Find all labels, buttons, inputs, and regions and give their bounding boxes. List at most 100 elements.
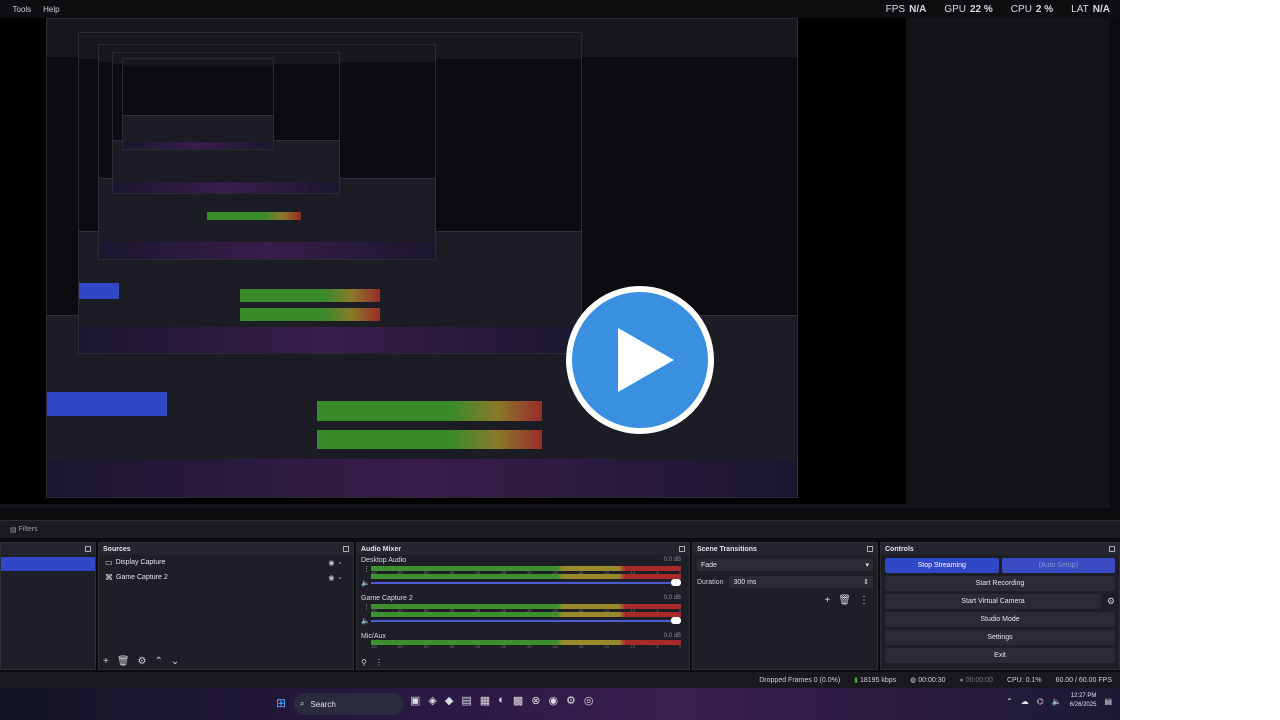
settings-button[interactable]: Settings	[885, 630, 1115, 645]
stat-fps-label: FPS	[885, 3, 906, 15]
controls-panel: Controls Stop Streaming (Auto Setup) Sta…	[880, 542, 1120, 670]
menu-dots-icon[interactable]: ⋮	[363, 603, 370, 611]
add-icon[interactable]: +	[824, 595, 830, 606]
chevron-down-icon[interactable]: ⌄	[171, 656, 179, 667]
store-icon[interactable]: ▩	[513, 694, 523, 707]
channel-db: 0.0 dB	[663, 557, 681, 563]
popout-icon[interactable]	[679, 546, 685, 552]
volume-slider[interactable]	[371, 579, 681, 586]
tick: -45	[448, 644, 455, 649]
popout-icon[interactable]	[1109, 546, 1115, 552]
menu-dots-icon[interactable]: ⋮	[375, 658, 383, 667]
popout-icon[interactable]	[867, 546, 873, 552]
display-icon: ▭	[105, 558, 113, 567]
dropped-frames: Dropped Frames 0 (0.0%)	[759, 676, 841, 684]
streaming-row: Stop Streaming (Auto Setup)	[885, 558, 1115, 573]
transition-select[interactable]: Fade ▾	[697, 559, 873, 571]
menu-dots-icon[interactable]: ⋮	[859, 595, 869, 606]
stat-fps: FPS N/A	[886, 4, 927, 15]
cloud-icon[interactable]: ☁	[1021, 697, 1029, 706]
chevron-up-icon[interactable]: ⌃	[1006, 697, 1013, 706]
fps-status: 60.00 / 60.00 FPS	[1055, 676, 1112, 684]
right-white-strip	[1120, 0, 1280, 720]
link-icon[interactable]: ⚲	[361, 658, 367, 667]
meter-ticks: -60 -55 -50 -45 -40 -35 -30 -25 -20 -15 -10 -5 0	[371, 644, 681, 649]
start-recording-button[interactable]: Start Recording	[885, 576, 1115, 591]
transition-selected: Fade	[701, 561, 717, 569]
volume-slider[interactable]	[371, 617, 681, 624]
network-icon[interactable]: ⌬	[1037, 697, 1044, 706]
nested-taskbar	[99, 241, 435, 259]
source-item[interactable]: ▭ Display Capture ◉▫	[99, 555, 353, 570]
notification-icon[interactable]: ▤	[1104, 697, 1112, 706]
slider-knob[interactable]	[671, 617, 681, 624]
gamepad-icon: ⌘	[105, 573, 113, 582]
stat-lat-label: LAT	[1071, 3, 1089, 15]
preview-canvas[interactable]	[0, 18, 906, 504]
popout-icon[interactable]	[85, 546, 91, 552]
windows-start-icon[interactable]: ⊞	[276, 696, 286, 710]
nested-bar	[123, 59, 273, 67]
studio-mode-button[interactable]: Studio Mode	[885, 612, 1115, 627]
add-icon[interactable]: +	[103, 656, 109, 667]
source-label: Display Capture	[115, 559, 166, 566]
edge-icon[interactable]: ◐	[498, 694, 505, 707]
tick: -25	[551, 644, 558, 649]
stat-gpu-value: 22 %	[970, 3, 993, 15]
speaker-icon[interactable]: 🔈	[361, 579, 370, 587]
menu-dots-icon[interactable]: ⋮	[363, 565, 370, 573]
signal-icon: ▮	[854, 677, 859, 684]
menu-item-tools[interactable]: Tools	[12, 5, 31, 14]
clock-time: 12:27 PM	[1070, 693, 1097, 699]
scene-item-selected[interactable]	[1, 557, 95, 571]
trash-icon[interactable]: 🗑	[117, 656, 130, 667]
popout-icon[interactable]	[343, 546, 349, 552]
grid-app-icon[interactable]: ▦	[480, 694, 490, 707]
mixer-title: Audio Mixer	[361, 545, 402, 553]
menu-item-help[interactable]: Help	[43, 5, 59, 14]
play-button[interactable]	[566, 286, 714, 434]
speaker-icon[interactable]: 🔈	[361, 617, 370, 625]
clock[interactable]: 12:27 PM 6/26/2025	[1070, 692, 1097, 710]
app-icon[interactable]: ◉	[548, 694, 558, 707]
mixer-channel: Mic/Aux 0.0 dB -60 -55 -50 -45 -40 -35 -30 -25-…	[357, 631, 689, 669]
obs-icon[interactable]: ◎	[584, 694, 594, 707]
source-item[interactable]: ⌘ Game Capture 2 ◉▫	[99, 570, 353, 585]
stat-cpu: CPU 2 %	[1011, 4, 1053, 15]
tick: -5	[655, 644, 659, 649]
teams-icon[interactable]: ◈	[428, 694, 436, 707]
gear-icon[interactable]: ⚙	[138, 656, 147, 667]
slider-knob[interactable]	[671, 579, 681, 586]
speaker-icon[interactable]: 🔈	[1052, 697, 1062, 706]
security-icon[interactable]: ◆	[445, 694, 453, 707]
gear-icon[interactable]: ⚙	[1107, 596, 1115, 607]
start-virtual-camera-button[interactable]: Start Virtual Camera ⚙	[885, 594, 1115, 609]
taskbar-search[interactable]: ⌕ Search	[294, 693, 404, 715]
filters-bar[interactable]: ▤ Filters	[0, 520, 1120, 538]
eye-lock-icons[interactable]: ◉▫	[328, 559, 345, 567]
nested-capture-5	[122, 58, 274, 150]
trash-icon[interactable]: 🗑	[838, 595, 851, 606]
mixer-header: Audio Mixer	[357, 543, 689, 555]
app-icon[interactable]: ⚙	[566, 694, 576, 707]
volume-meter	[371, 612, 681, 617]
duration-input[interactable]: 300 ms ⇕	[729, 576, 873, 588]
eye-lock-icons[interactable]: ◉▫	[328, 574, 345, 582]
xbox-icon[interactable]: ⊗	[531, 694, 540, 707]
stat-lat-value: N/A	[1092, 3, 1110, 15]
folder-icon[interactable]: ▤	[461, 694, 471, 707]
mixer-channel: Desktop Audio 0.0 dB ⋮ -60 -55 -50 -45 -40 -3…	[357, 555, 689, 593]
stop-streaming-button[interactable]: Stop Streaming	[885, 558, 999, 573]
spinner-icon[interactable]: ⇕	[863, 578, 869, 586]
nested-taskbar	[113, 181, 339, 193]
nested-taskbar	[123, 141, 273, 149]
tick: -50	[422, 644, 429, 649]
tick: -40	[474, 644, 481, 649]
task-view-icon[interactable]: ▣	[410, 694, 420, 707]
chevron-up-icon[interactable]: ⌃	[155, 656, 163, 667]
mixer-channel: Game Capture 2 0.0 dB ⋮ -60 -55 -50 -45 -40-…	[357, 593, 689, 631]
auto-setup-button[interactable]: (Auto Setup)	[1001, 558, 1115, 573]
bitrate-value: 18195 kbps	[859, 677, 897, 684]
exit-button[interactable]: Exit	[885, 648, 1115, 663]
rec-time: ● 00:00:00	[960, 677, 993, 684]
